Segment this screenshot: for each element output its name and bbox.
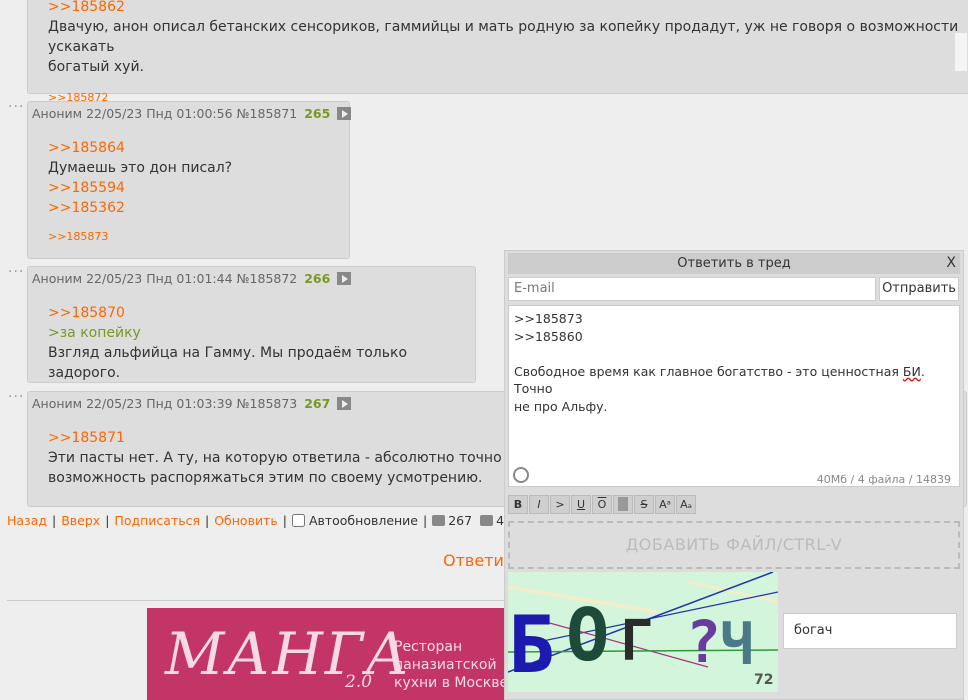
post-greentext: >за копейку [48,325,141,341]
thread-nav: Назад | Вверх | Подписаться | Обновить | Автообн… [7,513,512,528]
post-date: 22/05/23 Пнд 01:03:39 [86,396,233,411]
back-link[interactable]: Назад [7,513,47,528]
italic-button[interactable]: I [529,495,549,514]
post-body: >>185864 Думаешь это дон писал? >>185594… [28,121,349,218]
close-button[interactable]: X [946,253,956,274]
upload-limits: 40Мб / 4 файла / 14839 [816,473,951,486]
post-id[interactable]: №185871 [237,106,298,121]
captcha-input[interactable]: богач [783,613,957,649]
spoiler-button[interactable] [613,495,633,514]
comment-textarea[interactable]: >>185873 >>185860 Свободное время как гл… [508,305,960,487]
post-menu-icon[interactable]: ··· [8,99,24,115]
play-icon[interactable] [337,107,352,120]
post: >>185862 Двачую, анон описал бетанских с… [27,0,968,104]
overline-button[interactable]: O [592,495,612,514]
divider [7,600,507,601]
post: Аноним 22/05/23 Пнд 01:01:44 №185872 266… [27,266,476,383]
banner-line: кухни в Москве [394,675,507,691]
banner-line: Ресторан [394,639,463,655]
banner-line: паназиатской [394,657,497,673]
post-text: Думаешь это дон писал? [48,160,233,176]
captcha-graphic: Б О Г ? Ч 72 [508,572,778,691]
post-id[interactable]: №185873 [237,396,298,411]
post-number: 267 [304,396,331,411]
post-header: Аноним 22/05/23 Пнд 01:01:44 №185872 266 [28,267,475,286]
quote-button[interactable]: > [550,495,570,514]
send-button[interactable]: Отправить [879,277,959,301]
post-author: Аноним [32,106,83,121]
post-author: Аноним [32,271,83,286]
post-ref-link[interactable]: >>185362 [48,198,349,218]
post-date: 22/05/23 Пнд 01:00:56 [86,106,233,121]
post: Аноним 22/05/23 Пнд 01:00:56 №185871 265… [27,101,352,259]
post-body: >>185870 >за копейку Взгляд альфийца на … [28,286,475,383]
underline-button[interactable]: U [571,495,591,514]
play-icon[interactable] [337,397,352,410]
play-icon[interactable] [337,272,352,285]
spoiler-icon [618,497,628,511]
autorefresh-label: Автообновление [308,513,418,528]
bold-button[interactable]: B [508,495,528,514]
post-ref-link[interactable]: >>185864 [48,138,349,158]
comment-line: не про Альфу. [514,398,608,414]
quick-reply-header[interactable]: Ответить в тред X [508,253,960,274]
banner-description: Ресторан паназиатской кухни в Москве [394,638,507,692]
quick-reply-panel: Ответить в тред X E-mail Отправить >>185… [504,250,964,700]
captcha-glyph: ? [686,608,721,676]
captcha-glyph: Б [508,601,555,691]
post-date: 22/05/23 Пнд 01:01:44 [86,271,233,286]
captcha-glyph: Ч [720,613,754,678]
autorefresh-checkbox[interactable] [291,514,305,527]
banner-version: 2.0 [345,672,373,692]
comment-line: >>185873 [514,311,583,326]
captcha-corner-number: 72 [754,672,773,688]
misspelled-word: БИ [902,363,921,379]
post-number: 265 [304,106,331,121]
comment-line: Свободное время как главное богатство - … [514,363,903,379]
refresh-link[interactable]: Обновить [214,513,278,528]
banner-logo: МАНГА [165,620,412,688]
post-author: Аноним [32,396,83,411]
captcha-glyph: О [566,593,609,677]
ad-banner[interactable]: МАНГА 2.0 Ресторан паназиатской кухни в … [147,608,507,700]
subscribe-link[interactable]: Подписаться [114,513,200,528]
email-field[interactable]: E-mail [508,277,876,301]
post-text: Двачую, анон описал бетанских сенсориков… [48,19,959,55]
markup-toolbar: B I > U O S Aᵃ Aₐ [508,495,697,517]
post-ref-link[interactable]: >>185862 [48,0,968,17]
post-text: богатый хуй. [48,59,145,75]
strike-button[interactable]: S [634,495,654,514]
post-menu-icon[interactable]: ··· [8,264,24,280]
post-body: >>185862 Двачую, анон описал бетанских с… [28,0,968,77]
scroll-up-button[interactable] [954,32,968,72]
comment-line: >>185860 [514,328,583,344]
posts-count: 267 [448,513,473,528]
anchor-icon[interactable] [513,467,529,483]
post-number: 266 [304,271,331,286]
captcha-image[interactable]: Б О Г ? Ч 72 [508,572,778,692]
post-header: Аноним 22/05/23 Пнд 01:00:56 №185871 265 [28,102,352,121]
post-text: Взгляд альфийца на Гамму. Мы продаём тол… [48,345,408,381]
post-id[interactable]: №185872 [237,271,298,286]
subscript-button[interactable]: Aₐ [676,495,696,514]
quick-reply-title: Ответить в тред [677,256,791,271]
posts-count-icon [432,515,446,526]
post-ref-link[interactable]: >>185870 [48,303,475,323]
superscript-button[interactable]: Aᵃ [655,495,675,514]
top-link[interactable]: Вверх [61,513,100,528]
files-count-icon [480,515,494,526]
post-ref-link[interactable]: >>185594 [48,178,349,198]
file-drop-zone[interactable]: ДОБАВИТЬ ФАЙЛ/CTRL-V [508,521,960,569]
post-reply-link[interactable]: >>185873 [28,230,349,243]
post-menu-icon[interactable]: ··· [8,389,24,405]
captcha-glyph: Г [620,609,654,674]
answer-link[interactable]: Ответит [443,551,513,570]
